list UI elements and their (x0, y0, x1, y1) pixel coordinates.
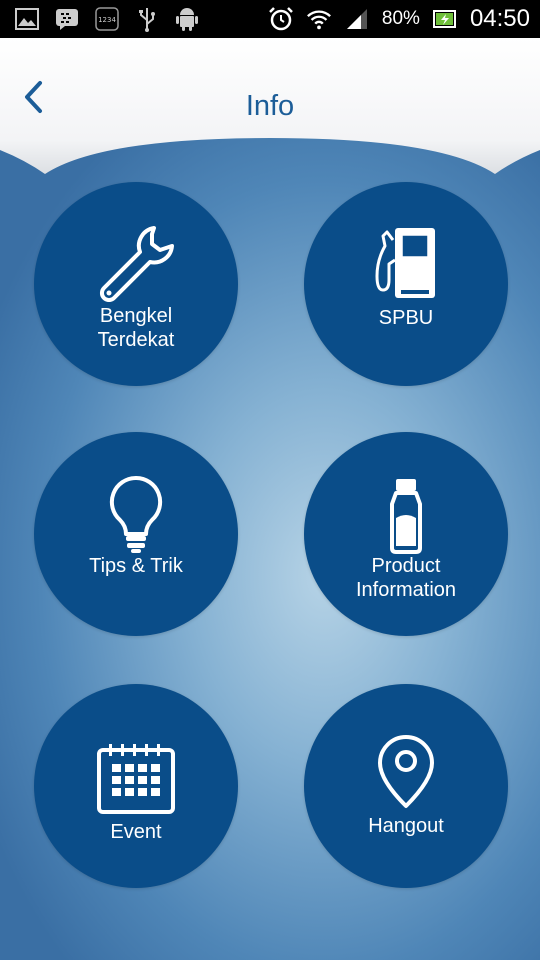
hangout-button[interactable]: Hangout (304, 684, 508, 888)
tile-label: Tips & Trik (34, 554, 238, 578)
wifi-icon (306, 6, 332, 32)
lightbulb-icon (109, 475, 163, 553)
keyboard-1234-icon: 1234 (94, 6, 120, 32)
bbm-icon (54, 6, 80, 32)
calendar-icon (97, 744, 175, 814)
tile-label: Event (34, 820, 238, 844)
event-button[interactable]: Event (34, 684, 238, 888)
wrench-icon (99, 226, 174, 302)
page-title: Info (245, 90, 295, 122)
tile-label: Product Information (304, 554, 508, 602)
tile-label: Hangout (304, 814, 508, 838)
label-line-1: Tips & Trik (89, 555, 183, 577)
fuel-pump-icon (375, 228, 435, 298)
battery-percent: 80% (381, 8, 420, 29)
product-information-button[interactable]: Product Information (304, 432, 508, 636)
map-pin-icon (378, 735, 434, 808)
spbu-button[interactable]: SPBU (304, 182, 508, 386)
system-icons: 80% 04:50 (268, 0, 530, 38)
alarm-icon (268, 6, 294, 32)
label-line-1: Event (110, 821, 162, 843)
svg-text:1234: 1234 (98, 16, 116, 24)
app-header: Info (0, 38, 540, 178)
usb-icon (134, 6, 160, 32)
gallery-icon (14, 6, 40, 32)
clock: 04:50 (469, 5, 530, 32)
oil-bottle-icon (390, 479, 422, 554)
android-icon (174, 6, 200, 32)
tips-trik-button[interactable]: Tips & Trik (34, 432, 238, 636)
label-line-2: Information (355, 579, 457, 601)
status-bar: 1234 80% 04:50 (0, 0, 540, 38)
label-line-1: Product (371, 555, 441, 577)
label-line-1: Hangout (368, 815, 444, 837)
label-line-1: SPBU (378, 307, 434, 329)
tile-label: Bengkel Terdekat (34, 304, 238, 352)
battery-charging-icon (432, 6, 458, 32)
notification-icons: 1234 (14, 6, 200, 32)
bengkel-terdekat-button[interactable]: Bengkel Terdekat (34, 182, 238, 386)
signal-icon (344, 6, 370, 32)
label-line-1: Bengkel (99, 305, 173, 327)
label-line-2: Terdekat (97, 329, 175, 351)
tile-label: SPBU (304, 306, 508, 330)
